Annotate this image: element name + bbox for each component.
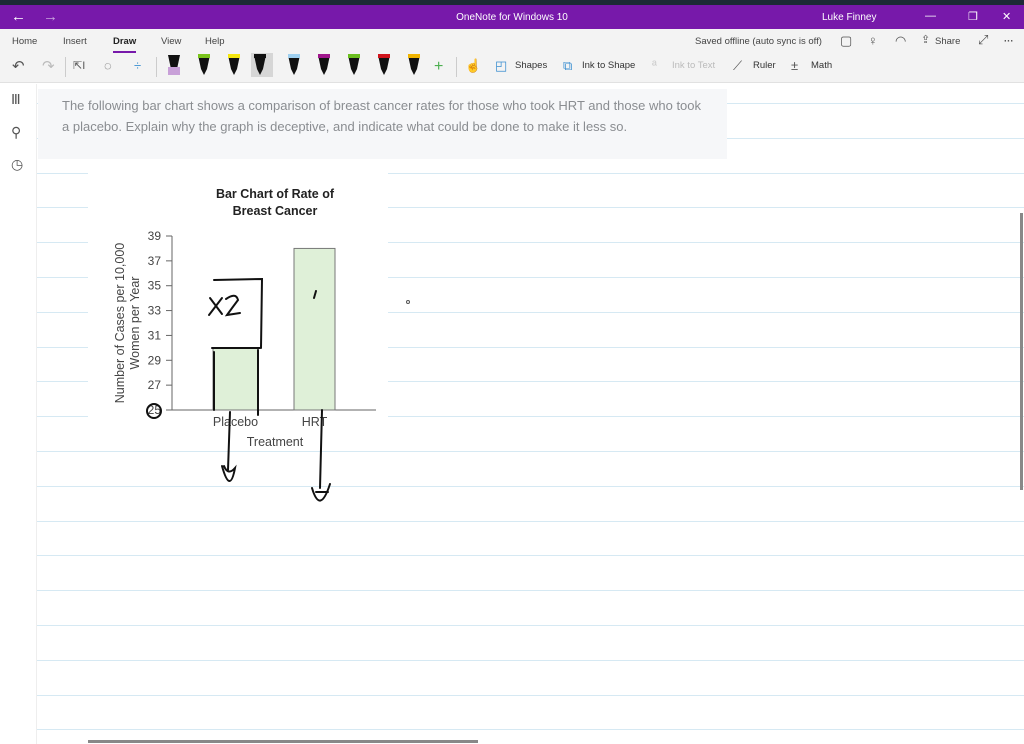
x-tick-label: Placebo bbox=[213, 415, 258, 429]
x-tick-label: HRT bbox=[302, 415, 328, 429]
chart-title-line-1: Bar Chart of Rate of bbox=[216, 187, 335, 201]
y-tick-label: 29 bbox=[148, 353, 162, 367]
y-tick-label: 27 bbox=[148, 378, 162, 392]
y-tick-label: 39 bbox=[148, 229, 162, 243]
bar-hrt bbox=[293, 247, 336, 411]
y-tick-label: 35 bbox=[148, 279, 162, 293]
y-tick-label: 33 bbox=[148, 304, 162, 318]
bar-placebo bbox=[212, 347, 259, 411]
y-tick-label: 37 bbox=[148, 254, 162, 268]
y-tick-label: 31 bbox=[148, 328, 162, 342]
y-axis-label-line-1: Number of Cases per 10,000 bbox=[113, 243, 127, 404]
cursor-dot bbox=[406, 300, 410, 304]
horizontal-scrollbar[interactable] bbox=[88, 740, 478, 743]
x-axis-label: Treatment bbox=[247, 435, 304, 449]
ink-x2-stroke[interactable] bbox=[208, 294, 241, 317]
bar-chart: Bar Chart of Rate of Breast Cancer Numbe… bbox=[113, 187, 410, 502]
chart-title-line-2: Breast Cancer bbox=[233, 204, 318, 218]
y-axis-label-line-2: Women per Year bbox=[128, 277, 142, 370]
vertical-scrollbar[interactable] bbox=[1020, 213, 1023, 490]
